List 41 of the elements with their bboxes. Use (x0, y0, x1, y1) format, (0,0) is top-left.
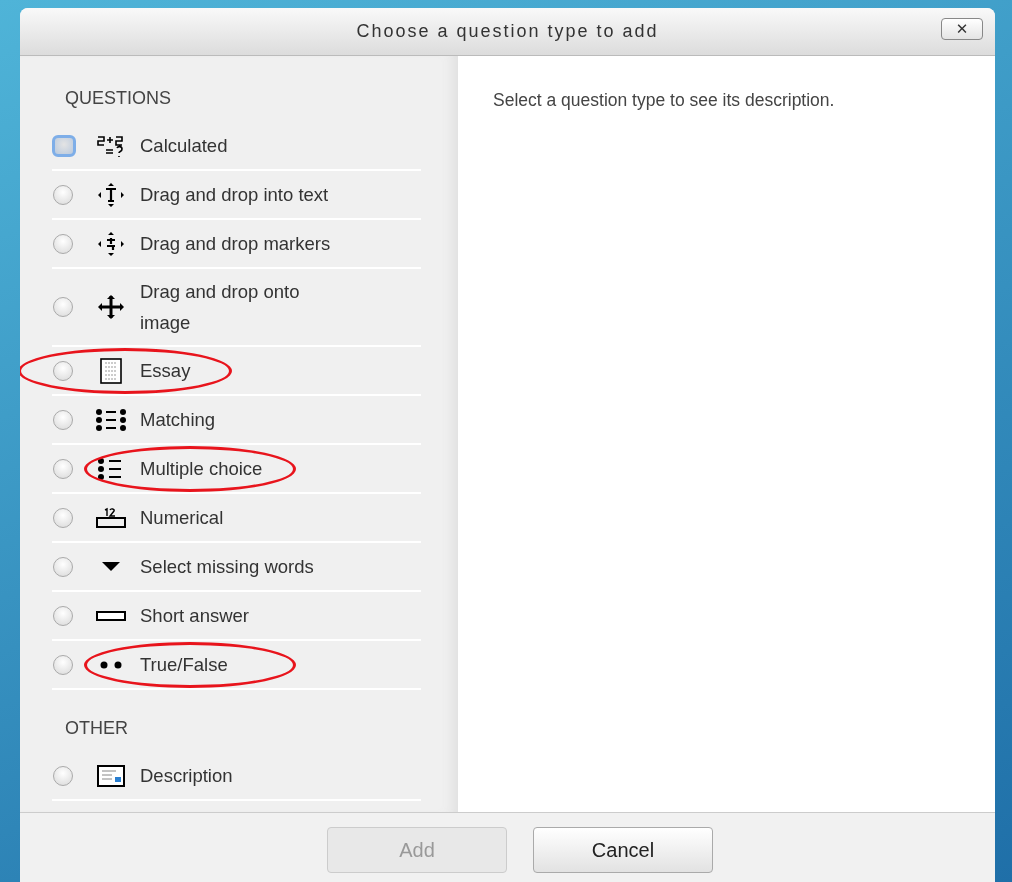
input-bar-icon (96, 610, 126, 621)
radio-button[interactable] (53, 184, 73, 205)
question-type-label[interactable]: Drag and drop markers (140, 221, 340, 266)
picture-card-icon (97, 764, 125, 787)
radio-button[interactable] (53, 605, 73, 626)
description-text: Select a question type to see its description. (493, 90, 836, 111)
question-type-label[interactable]: Calculated (140, 123, 340, 168)
section-heading: QUESTIONS (65, 87, 172, 110)
question-type-label[interactable]: Essay (140, 348, 340, 393)
document-icon (100, 357, 122, 384)
radio-button[interactable] (53, 297, 73, 317)
radio-button[interactable] (53, 556, 73, 577)
marker-arrows-icon (96, 231, 126, 256)
triangle-down-icon (102, 561, 120, 572)
question-type-label[interactable]: Drag and drop into text (140, 172, 340, 217)
radio-button[interactable] (53, 360, 73, 381)
calculator-symbols-icon (96, 133, 126, 158)
radio-button[interactable] (53, 233, 73, 254)
question-type-label[interactable]: Numerical (140, 495, 340, 540)
question-type-label[interactable]: Description (140, 753, 340, 798)
cross-arrows-icon (96, 295, 126, 319)
dialog-title: Choose a question type to add (356, 21, 659, 42)
radio-button[interactable] (53, 507, 73, 528)
question-type-label[interactable]: Select missing words (140, 544, 340, 589)
text-arrows-icon (96, 182, 126, 207)
radio-button[interactable] (53, 765, 73, 786)
dialog-button[interactable]: Cancel (533, 827, 713, 873)
question-type-label[interactable]: True/False (140, 642, 340, 687)
question-type-label[interactable]: Drag and drop onto image (140, 269, 340, 345)
question-type-label[interactable]: Matching (140, 397, 340, 442)
section-heading: OTHER (65, 717, 129, 740)
radio-button[interactable] (53, 654, 73, 675)
radio-button[interactable] (52, 134, 76, 157)
matching-dots-icon (95, 407, 127, 432)
number-field-icon (96, 506, 126, 529)
question-type-label[interactable]: Multiple choice (140, 446, 340, 491)
radio-button[interactable] (53, 458, 73, 479)
radio-button[interactable] (53, 409, 73, 430)
close-button[interactable]: ✕ (941, 18, 983, 40)
question-type-label[interactable]: Short answer (140, 593, 340, 638)
two-dots-icon (100, 660, 122, 669)
